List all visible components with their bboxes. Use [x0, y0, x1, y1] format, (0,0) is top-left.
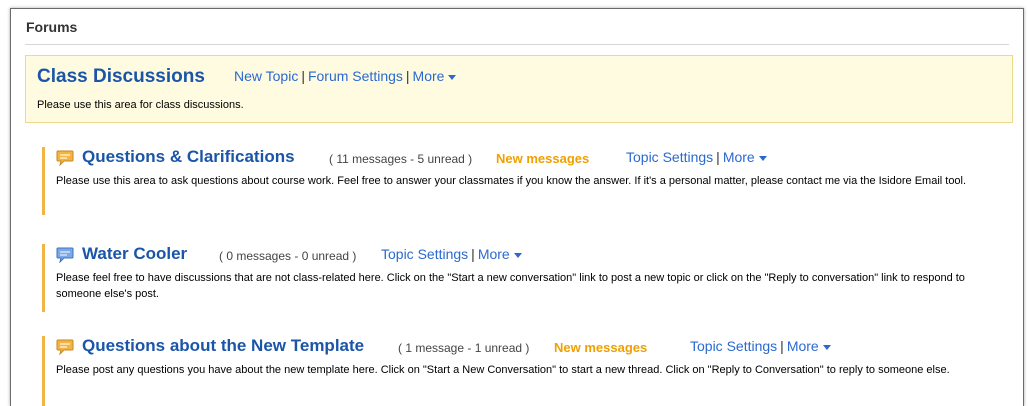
- topic-settings-link[interactable]: Topic Settings: [690, 338, 777, 354]
- separator: |: [405, 68, 410, 84]
- topic-description: Please post any questions you have about…: [56, 364, 950, 376]
- forum-settings-link[interactable]: Forum Settings: [308, 68, 403, 84]
- forums-panel: Forums Class Discussions New Topic | Forum…: [10, 8, 1024, 406]
- topic-actions: Topic Settings | More: [690, 338, 831, 354]
- topic-more-menu[interactable]: More: [478, 246, 522, 262]
- caret-down-icon: [758, 155, 767, 161]
- forum-description: Please use this area for class discussio…: [37, 99, 244, 111]
- forum-more-menu[interactable]: More: [413, 68, 457, 84]
- topic-more-menu[interactable]: More: [787, 338, 831, 354]
- separator: |: [301, 68, 305, 84]
- topic-settings-link[interactable]: Topic Settings: [626, 149, 713, 165]
- topic-description: Please use this area to ask questions ab…: [56, 175, 967, 187]
- chat-bubble-icon: [56, 150, 74, 166]
- message-counts: ( 11 messages - 5 unread ): [329, 152, 473, 166]
- chat-bubble-icon: [56, 247, 74, 263]
- more-label: More: [412, 68, 445, 84]
- chat-bubble-icon: [56, 339, 74, 355]
- topic-item: Water Cooler ( 0 messages - 0 unread ) T…: [42, 244, 1012, 312]
- caret-down-icon: [448, 74, 457, 80]
- topic-actions: Topic Settings | More: [626, 149, 767, 165]
- more-label: More: [786, 338, 819, 354]
- new-messages-link[interactable]: New messages: [554, 340, 647, 355]
- divider: [25, 44, 1009, 45]
- separator: |: [716, 149, 720, 165]
- topic-more-menu[interactable]: More: [723, 149, 767, 165]
- page-title: Forums: [26, 19, 78, 35]
- topic-title-link[interactable]: Questions about the New Template: [82, 336, 364, 356]
- separator: |: [471, 246, 475, 262]
- forum-actions: New Topic | Forum Settings | More: [234, 68, 457, 84]
- separator: |: [780, 338, 784, 354]
- forum-header-box: Class Discussions New Topic | Forum Settin…: [25, 55, 1013, 123]
- caret-down-icon: [513, 252, 522, 258]
- topic-item: Questions about the New Template ( 1 mes…: [42, 336, 1012, 406]
- message-counts: ( 1 message - 1 unread ): [398, 341, 530, 355]
- message-counts: ( 0 messages - 0 unread ): [219, 249, 357, 263]
- topic-item: Questions & Clarifications ( 11 messages…: [42, 147, 1012, 215]
- caret-down-icon: [822, 344, 831, 350]
- topic-title-link[interactable]: Questions & Clarifications: [82, 147, 295, 167]
- new-messages-link[interactable]: New messages: [496, 151, 589, 166]
- forum-title-link[interactable]: Class Discussions: [37, 66, 205, 88]
- more-label: More: [722, 149, 755, 165]
- new-topic-link[interactable]: New Topic: [234, 68, 298, 84]
- more-label: More: [477, 246, 510, 262]
- topic-actions: Topic Settings | More: [381, 246, 522, 262]
- topic-settings-link[interactable]: Topic Settings: [381, 246, 468, 262]
- topic-description: Please feel free to have discussions tha…: [56, 272, 965, 300]
- topic-title-link[interactable]: Water Cooler: [82, 244, 187, 264]
